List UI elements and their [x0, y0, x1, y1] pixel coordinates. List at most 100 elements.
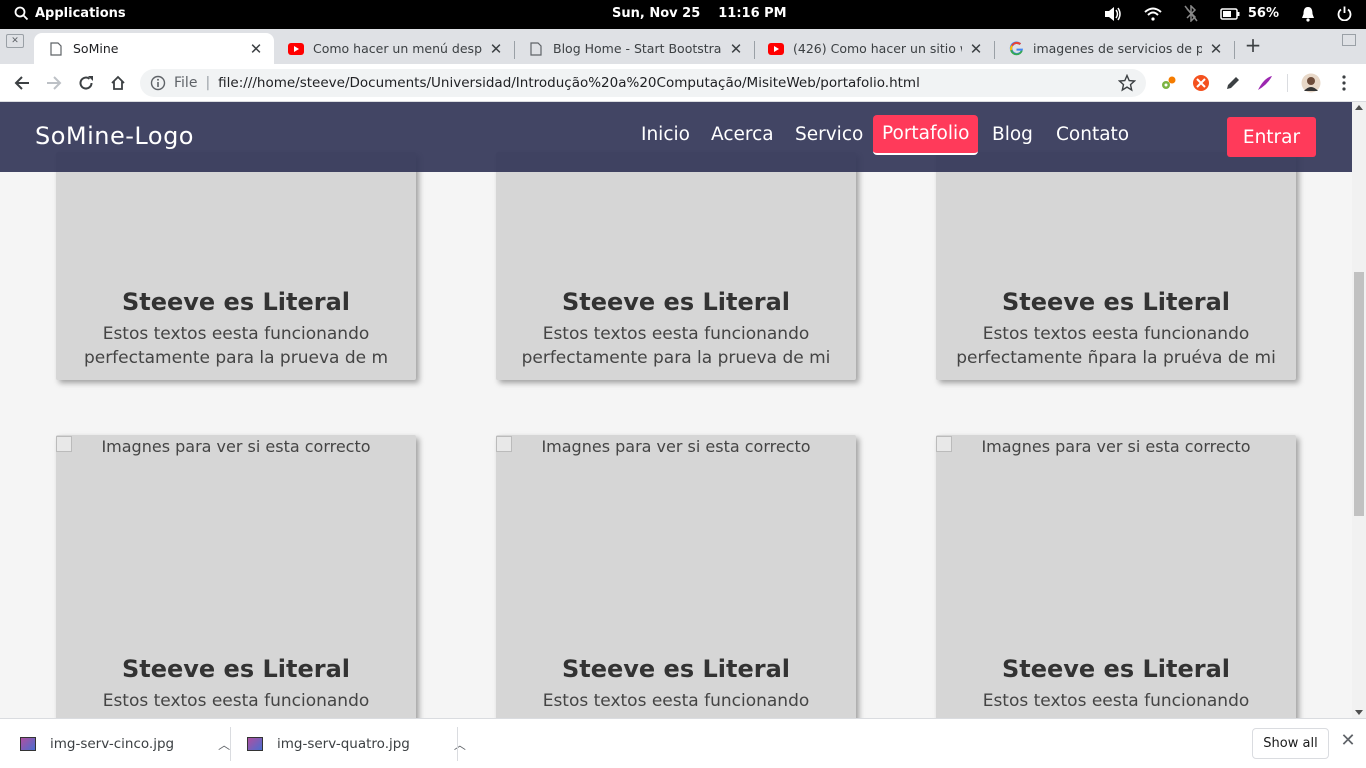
tab-somine[interactable]: SoMine ✕ [34, 33, 274, 64]
site-logo[interactable]: SoMine-Logo [35, 122, 194, 150]
nav-link-contato[interactable]: Contato [1056, 124, 1129, 145]
info-icon[interactable] [150, 75, 166, 91]
scrollbar-thumb[interactable] [1354, 272, 1364, 516]
portfolio-card[interactable]: Steeve es Literal Estos textos eesta fun… [936, 152, 1296, 380]
card-text: Estos textos eesta funcionando [542, 691, 810, 711]
url-text[interactable]: file:///home/steeve/Documents/Universida… [218, 75, 1118, 91]
nav-link-portafolio[interactable]: Portafolio [873, 115, 979, 155]
portfolio-card[interactable]: Imagnes para ver si esta correcto Steeve… [56, 435, 416, 718]
youtube-icon [288, 41, 304, 57]
address-bar[interactable]: File | file:///home/steeve/Documents/Uni… [140, 69, 1146, 97]
home-button[interactable] [107, 72, 129, 94]
extension-feather-icon[interactable] [1255, 73, 1275, 93]
download-item[interactable]: img-serv-cinco.jpg ︿ [20, 727, 230, 761]
site-navbar: SoMine-Logo Inicio Acerca Servico Portaf… [0, 102, 1352, 172]
scroll-down-icon[interactable] [1355, 710, 1363, 715]
download-shelf: img-serv-cinco.jpg ︿ img-serv-quatro.jpg… [0, 718, 1366, 768]
portfolio-card[interactable]: Imagnes para ver si esta correcto Steeve… [936, 435, 1296, 718]
forward-button[interactable] [43, 72, 65, 94]
tab-separator [1234, 41, 1235, 59]
card-text: Estos textos eesta funcionando [102, 691, 370, 711]
page-scrollbar[interactable] [1352, 102, 1366, 718]
tab-blog-home[interactable]: Blog Home - Start Bootstrap Te ✕ [514, 33, 754, 64]
tab-search-icon[interactable]: ✕ [6, 34, 24, 48]
nav-link-servico[interactable]: Servico [795, 124, 863, 145]
wifi-icon[interactable] [1144, 7, 1162, 21]
system-tray: 56% [1104, 5, 1352, 22]
time-label: 11:16 PM [718, 6, 787, 21]
card-text: Estos textos eesta funcionando [982, 691, 1250, 711]
close-tab-icon[interactable]: ✕ [728, 40, 744, 58]
chevron-up-icon[interactable]: ︿ [454, 736, 466, 753]
browser-menu-icon[interactable] [1334, 73, 1354, 93]
window-restore-icon[interactable] [1342, 34, 1356, 46]
tab-google-images[interactable]: imagenes de servicios de progr ✕ [994, 33, 1234, 64]
tab-title: Blog Home - Start Bootstrap Te [553, 41, 722, 56]
system-top-bar: Applications Sun, Nov 25 11:16 PM 56% [0, 0, 1366, 29]
tab-youtube-site[interactable]: (426) Como hacer un sitio web ✕ [754, 33, 994, 64]
extension-gears-icon[interactable] [1159, 73, 1179, 93]
broken-image: Imagnes para ver si esta correcto [936, 435, 1296, 457]
reload-button[interactable] [75, 72, 97, 94]
nav-link-blog[interactable]: Blog [992, 124, 1033, 145]
download-separator [230, 727, 231, 761]
notifications-bell-icon[interactable] [1301, 6, 1315, 22]
image-alt-text: Imagnes para ver si esta correcto [541, 436, 811, 456]
home-icon [111, 75, 125, 90]
card-title: Steeve es Literal [561, 655, 791, 683]
download-filename: img-serv-quatro.jpg [277, 736, 410, 752]
clock[interactable]: Sun, Nov 25 11:16 PM [612, 6, 787, 21]
tab-title: (426) Como hacer un sitio web [793, 41, 962, 56]
close-tab-icon[interactable]: ✕ [488, 40, 504, 58]
power-icon[interactable] [1337, 6, 1352, 21]
nav-link-inicio[interactable]: Inicio [641, 124, 690, 145]
card-text: Estos textos eesta funcionando perfectame… [956, 322, 1276, 370]
card-text: Estos textos eesta funcionando perfectame… [76, 322, 396, 370]
extension-orange-icon[interactable] [1191, 73, 1211, 93]
profile-avatar[interactable] [1301, 73, 1321, 93]
broken-image-icon [56, 436, 72, 452]
broken-image: Imagnes para ver si esta correcto [56, 435, 416, 457]
close-tab-icon[interactable]: ✕ [968, 40, 984, 58]
back-button[interactable] [11, 72, 33, 94]
card-title: Steeve es Literal [561, 288, 791, 316]
reload-icon [79, 76, 93, 90]
tab-youtube-menu[interactable]: Como hacer un menú desplegable ✕ [274, 33, 514, 64]
bookmark-star-icon[interactable] [1118, 74, 1136, 92]
volume-icon[interactable] [1104, 6, 1122, 22]
search-icon [14, 6, 29, 21]
image-file-icon [247, 737, 263, 751]
portfolio-card[interactable]: Imagnes para ver si esta correcto Steeve… [496, 435, 856, 718]
card-title: Steeve es Literal [1001, 655, 1231, 683]
scroll-up-icon[interactable] [1355, 105, 1363, 110]
scheme-label: File [174, 75, 198, 91]
battery-percent: 56% [1247, 6, 1279, 21]
show-all-button[interactable]: Show all [1252, 728, 1329, 759]
entrar-button[interactable]: Entrar [1227, 117, 1316, 157]
download-separator [457, 727, 458, 761]
broken-image-icon [936, 436, 952, 452]
nav-link-acerca[interactable]: Acerca [711, 124, 774, 145]
image-alt-text: Imagnes para ver si esta correcto [981, 436, 1251, 456]
battery-icon[interactable] [1220, 7, 1240, 20]
close-shelf-icon[interactable]: ✕ [1340, 732, 1356, 750]
applications-menu[interactable]: Applications [14, 6, 126, 21]
broken-image-icon [496, 436, 512, 452]
chevron-up-icon[interactable]: ︿ [218, 736, 230, 753]
tab-title: imagenes de servicios de progr [1033, 41, 1202, 56]
close-tab-icon[interactable]: ✕ [248, 40, 264, 58]
card-text-line: perfectamente para la prueva de m [83, 348, 389, 368]
download-item[interactable]: img-serv-quatro.jpg ︿ [247, 727, 466, 761]
download-filename: img-serv-cinco.jpg [50, 736, 175, 752]
bluetooth-off-icon[interactable] [1184, 5, 1198, 22]
toolbar-divider [1287, 74, 1288, 92]
youtube-icon [768, 41, 784, 57]
pencil-icon[interactable] [1223, 73, 1243, 93]
portfolio-card[interactable]: Steeve es Literal Estos textos eesta fun… [496, 152, 856, 380]
new-tab-button[interactable]: + [1243, 35, 1263, 55]
card-text-line: perfectamente para la prueva de mi [521, 348, 831, 368]
close-tab-icon[interactable]: ✕ [1208, 40, 1224, 58]
portfolio-card[interactable]: Steeve es Literal Estos textos eesta fun… [56, 152, 416, 380]
document-icon [48, 41, 64, 57]
card-title: Steeve es Literal [121, 288, 351, 316]
